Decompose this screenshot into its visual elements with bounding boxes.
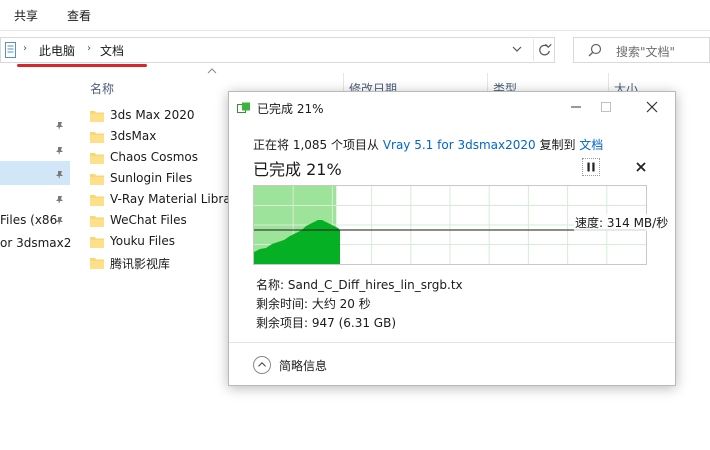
pin-icon[interactable] [55, 170, 65, 180]
list-item[interactable]: Youku Files [90, 232, 230, 253]
breadcrumb-documents[interactable]: 文档 [100, 42, 124, 59]
source-link[interactable]: Vray 5.1 for 3dsmax2020 [383, 138, 536, 152]
annotation-underline [17, 64, 147, 67]
transfer-graph: 速度: 314 MB/秒 [253, 185, 670, 265]
close-icon[interactable] [638, 96, 666, 118]
folder-icon [90, 258, 104, 269]
file-name: 3ds Max 2020 [110, 108, 195, 122]
pause-icon[interactable] [582, 158, 600, 176]
pin-icon[interactable] [55, 121, 65, 131]
search-box[interactable]: 搜索"文档" [573, 37, 710, 63]
dialog-title: 已完成 21% [257, 102, 324, 116]
file-name: 腾讯影视库 [110, 257, 171, 271]
copy-prefix: 正在将 1,085 个项目从 [253, 138, 383, 152]
nav-item-vray[interactable]: or 3dsmax2 [0, 236, 71, 250]
file-name: Youku Files [110, 234, 176, 248]
ribbon-tab-share[interactable]: 共享 [14, 7, 38, 24]
search-icon [588, 43, 602, 57]
chevron-up-icon[interactable] [253, 356, 271, 374]
pin-icon[interactable] [55, 216, 65, 226]
folder-icon [90, 237, 104, 248]
folder-icon [90, 174, 104, 185]
folder-icon [90, 216, 104, 227]
folder-icon [90, 132, 104, 143]
time-remaining-line: 剩余时间: 大约 20 秒 [256, 297, 371, 311]
ribbon: 共享 查看 [0, 0, 710, 31]
chevron-right-icon: › [23, 43, 27, 54]
sort-up-icon [207, 68, 217, 74]
list-item[interactable]: Chaos Cosmos [90, 148, 230, 169]
folder-icon [90, 195, 104, 206]
list-item[interactable]: 3dsMax [90, 127, 230, 148]
pin-icon[interactable] [55, 146, 65, 156]
list-item[interactable]: 3ds Max 2020 [90, 106, 230, 127]
chevron-down-icon[interactable] [511, 43, 523, 55]
document-icon [5, 42, 16, 58]
file-name-line: 名称: Sand_C_Diff_hires_lin_srgb.tx [256, 278, 463, 292]
folder-icon [90, 153, 104, 164]
column-header-name[interactable]: 名称 [90, 80, 114, 97]
file-name: WeChat Files [110, 213, 187, 227]
chevron-right-icon: › [87, 43, 91, 54]
list-item[interactable]: V-Ray Material Libra [90, 190, 230, 211]
copy-description: 正在将 1,085 个项目从 Vray 5.1 for 3dsmax2020 复… [253, 136, 603, 153]
copy-icon [237, 102, 250, 113]
copy-mid: 复制到 [535, 138, 580, 152]
file-name: Sunlogin Files [110, 171, 193, 185]
breadcrumb-this-pc[interactable]: 此电脑 [39, 42, 75, 59]
minimize-icon[interactable] [562, 96, 590, 118]
list-item[interactable]: Sunlogin Files [90, 169, 230, 190]
navigation-pane: Files (x86 or 3dsmax2 [0, 75, 71, 450]
pin-icon[interactable] [55, 195, 65, 205]
list-item[interactable]: 腾讯影视库 [90, 253, 230, 274]
copy-progress-dialog: 已完成 21% 正在将 1,085 个项目从 Vray 5.1 for 3dsm… [228, 91, 676, 386]
file-name: Chaos Cosmos [110, 150, 199, 164]
file-name: V-Ray Material Libra [110, 192, 230, 206]
fewer-details-button[interactable]: 简略信息 [279, 357, 327, 374]
ribbon-tab-view[interactable]: 查看 [67, 7, 91, 24]
refresh-icon[interactable] [533, 39, 555, 61]
search-input[interactable]: 搜索"文档" [616, 43, 675, 60]
progress-heading: 已完成 21% [253, 160, 342, 179]
nav-item-program-files[interactable]: Files (x86 [0, 213, 57, 227]
list-item[interactable]: WeChat Files [90, 211, 230, 232]
cancel-icon[interactable] [634, 160, 648, 174]
divider [229, 342, 675, 343]
file-name: 3dsMax [110, 129, 157, 143]
destination-link[interactable]: 文档 [579, 138, 603, 152]
maximize-icon[interactable] [592, 96, 620, 118]
address-bar[interactable]: › 此电脑 › 文档 [0, 37, 555, 63]
items-remaining-line: 剩余项目: 947 (6.31 GB) [256, 316, 397, 330]
speed-label: 速度: 314 MB/秒 [574, 214, 670, 231]
folder-icon [90, 111, 104, 122]
